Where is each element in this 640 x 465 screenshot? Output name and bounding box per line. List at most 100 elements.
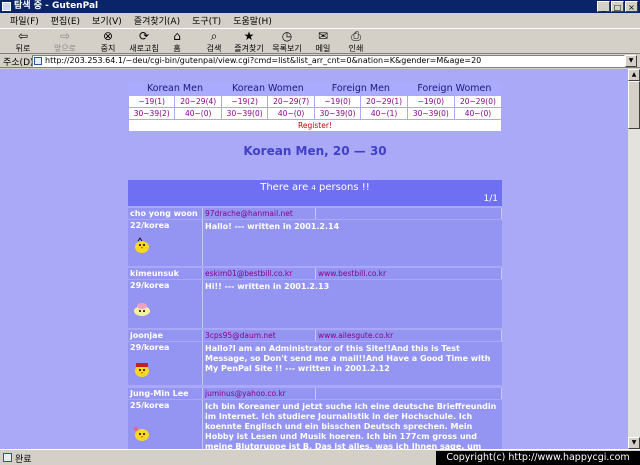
copyright-watermark: Copyright(c) http://www.happycgi.com [436,451,640,465]
email-link[interactable]: eskim01@bestbill.co.kr [203,268,316,279]
menu-file[interactable]: 파일(F) [10,14,39,27]
count-text: There are 4 persons !! [260,182,370,193]
email-link[interactable]: 97drache@hanmail.net [203,208,316,219]
mail-icon: ✉ [317,29,329,43]
vertical-scrollbar[interactable]: ▲ ▼ [628,69,640,449]
email-link[interactable]: 3cps95@daum.net [203,330,316,341]
menu-edit[interactable]: 편집(E) [51,14,80,27]
refresh-button[interactable]: ⟳ 새로고침 [124,30,164,54]
history-icon: ◷ [281,29,293,43]
entry-message: Hallo?I am an Administrator of this Site… [203,342,502,385]
chick-avatar-icon [135,363,149,377]
category-link[interactable]: 40~(1) [360,107,408,120]
entry-profile: 25/korea [128,400,203,449]
refresh-icon: ⟳ [138,29,150,43]
category-link[interactable]: 30~39(0) [313,107,362,120]
page-content: Korean Men Korean Women Foreign Men Fore… [0,69,628,449]
minimize-button[interactable]: _ [597,1,610,12]
penpal-entry: Jung-Min Lee juminus@yahoo.co.kr 25/kore… [128,388,502,449]
chick-avatar-icon [134,427,149,441]
address-dropdown-icon[interactable]: ▼ [625,55,637,67]
address-input[interactable]: http://203.253.64.1/~deu/cgi-bin/gutenpa… [32,55,625,67]
email-link[interactable]: juminus@yahoo.co.kr [203,388,316,399]
favorites-button[interactable]: ★ 즐겨찾기 [230,30,268,54]
entry-profile: 22/korea [128,220,203,266]
category-link[interactable]: 20~29(1) [360,95,408,108]
address-label: 주소(D) [3,58,34,68]
category-link[interactable]: ~19(0) [406,95,455,108]
homepage-link[interactable]: www.bestbill.co.kr [316,268,502,279]
entry-header-row: Jung-Min Lee juminus@yahoo.co.kr [128,388,502,399]
page-title: Korean Men, 20 — 30 [243,144,387,158]
category-link[interactable]: 20~29(4) [174,95,222,108]
category-link[interactable]: 20~29(0) [453,95,503,108]
category-link[interactable]: ~19(0) [313,95,362,108]
entry-header-row: joonjae 3cps95@daum.net www.ailesgute.co… [128,330,502,341]
address-value: http://203.253.64.1/~deu/cgi-bin/gutenpa… [45,56,482,65]
entry-profile: 29/korea [128,280,203,328]
ie-page-icon [2,2,11,11]
stop-icon: ⊗ [102,29,114,43]
menu-tools[interactable]: 도구(T) [192,14,221,27]
category-link[interactable]: 40~(0) [267,107,315,120]
page-icon [34,57,42,65]
page-done-icon [3,453,12,462]
print-button[interactable]: ⎙ 인쇄 [344,30,368,54]
entry-name: Jung-Min Lee [128,388,203,399]
maximize-button[interactable]: □ [611,1,624,12]
chick-avatar-icon [135,237,149,253]
category-link[interactable]: 40~(0) [453,107,503,120]
penpal-entry: joonjae 3cps95@daum.net www.ailesgute.co… [128,330,502,385]
category-link[interactable]: ~19(1) [127,95,176,108]
window-title: 탐색 중 - GutenPal [14,1,99,11]
homepage-link[interactable] [316,208,502,219]
window-controls: _ □ × [597,1,638,12]
group-foreign-men: Foreign Men [313,81,408,96]
menu-view[interactable]: 보기(V) [92,14,122,27]
stop-button[interactable]: ⊗ 중지 [94,30,122,54]
home-icon: ⌂ [173,29,181,43]
homepage-link[interactable]: www.ailesgute.co.kr [316,330,502,341]
title-bar: 탐색 중 - GutenPal _ □ × [0,0,640,13]
category-link[interactable]: ~19(2) [220,95,269,108]
status-text: 완료 [15,455,32,465]
favorites-folder-icon: ★ [243,29,255,43]
back-arrow-icon: ⇦ [17,29,29,43]
entry-message: Hallo! --- written in 2001.2.14 [203,220,502,266]
penpal-entry: kimeunsuk eskim01@bestbill.co.kr www.bes… [128,268,502,328]
close-button[interactable]: × [625,1,638,12]
menu-help[interactable]: 도움말(H) [233,14,272,27]
category-link[interactable]: 20~29(7) [267,95,315,108]
scroll-down-icon[interactable]: ▼ [628,437,640,449]
register-link[interactable]: Register! [128,119,502,132]
entry-age-nation: 29/korea [130,343,170,352]
category-link[interactable]: 30~39(0) [220,107,269,120]
homepage-link[interactable] [316,388,502,399]
entry-message: Ich bin Koreaner und jetzt suche ich ein… [203,400,502,449]
category-link[interactable]: 30~39(0) [406,107,455,120]
search-button[interactable]: ⌕ 검색 [202,30,226,54]
category-table: Korean Men Korean Women Foreign Men Fore… [127,81,503,132]
home-button[interactable]: ⌂ 홈 [166,30,188,54]
forward-button[interactable]: ⇨ 앞으로 [48,30,82,54]
category-link[interactable]: 30~39(2) [127,107,176,120]
group-foreign-women: Foreign Women [406,81,503,96]
toolbar: ⇦ 뒤로 ⇨ 앞으로 ⊗ 중지 ⟳ 새로고침 ⌂ 홈 ⌕ 검색 ★ 즐겨찾기 ◷… [0,28,640,54]
chick-avatar-icon [134,303,150,316]
entry-name: cho yong woon [128,208,203,219]
scroll-thumb[interactable] [628,81,640,129]
mail-button[interactable]: ✉ 메일 [310,30,336,54]
printer-icon: ⎙ [351,29,361,43]
entry-age-nation: 22/korea [130,221,170,230]
entry-header-row: cho yong woon 97drache@hanmail.net [128,208,502,219]
forward-arrow-icon: ⇨ [59,29,71,43]
penpal-entry: cho yong woon 97drache@hanmail.net 22/ko… [128,208,502,266]
scroll-up-icon[interactable]: ▲ [628,69,640,81]
menu-favorites[interactable]: 즐겨찾기(A) [134,14,180,27]
group-korean-men: Korean Men [128,81,222,96]
entry-header-row: kimeunsuk eskim01@bestbill.co.kr www.bes… [128,268,502,279]
category-link[interactable]: 40~(0) [174,107,222,120]
back-button[interactable]: ⇦ 뒤로 [8,30,38,54]
group-korean-women: Korean Women [220,81,315,96]
history-button[interactable]: ◷ 목록보기 [268,30,306,54]
